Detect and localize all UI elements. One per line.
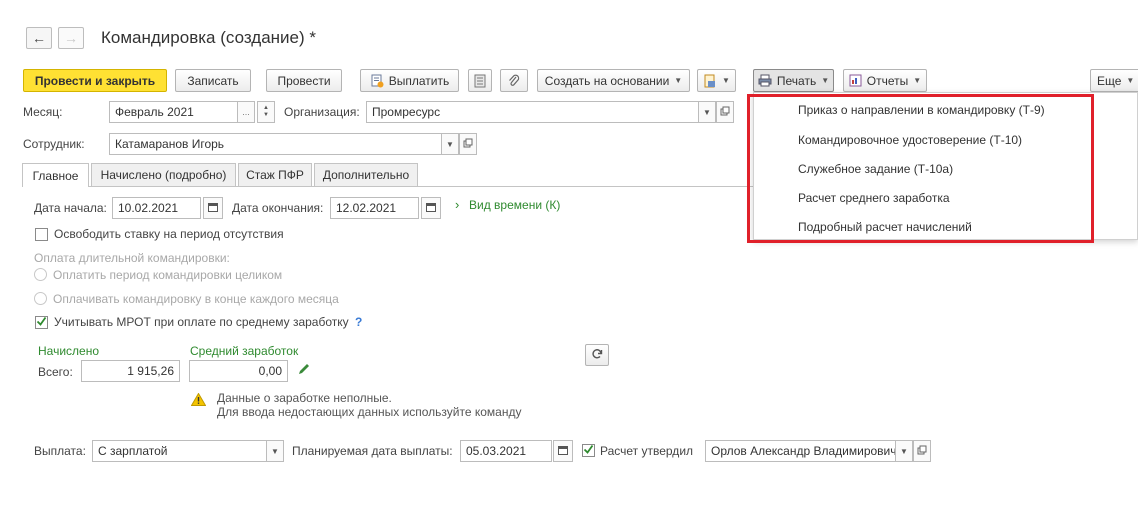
employee-open-button[interactable] bbox=[459, 133, 477, 155]
start-date-calendar-button[interactable] bbox=[203, 197, 223, 219]
tab-additional[interactable]: Дополнительно bbox=[314, 163, 418, 186]
month-field[interactable]: Февраль 2021 bbox=[109, 101, 238, 123]
time-type-link[interactable]: Вид времени (К) bbox=[469, 198, 560, 212]
free-rate-checkbox[interactable] bbox=[35, 228, 48, 241]
employee-field[interactable]: Катамаранов Игорь bbox=[109, 133, 442, 155]
total-accrued-field[interactable]: 1 915,26 bbox=[81, 360, 180, 382]
chevron-down-icon: ▼ bbox=[821, 76, 830, 85]
pay-button[interactable]: Выплатить bbox=[360, 69, 459, 92]
pay-whole-radio[interactable] bbox=[34, 268, 47, 281]
approved-by-open-button[interactable] bbox=[913, 440, 931, 462]
planned-date-field[interactable]: 05.03.2021 bbox=[460, 440, 552, 462]
end-date-calendar-button[interactable] bbox=[421, 197, 441, 219]
pay-monthly-radio[interactable] bbox=[34, 292, 47, 305]
chevron-down-icon: ▼ bbox=[1126, 76, 1135, 85]
highlight-frame bbox=[747, 94, 1094, 243]
approved-by-field[interactable]: Орлов Александр Владимирович bbox=[705, 440, 896, 462]
checkmark-icon bbox=[583, 444, 594, 458]
journal-button[interactable] bbox=[468, 69, 492, 92]
mrot-checkbox[interactable] bbox=[35, 316, 48, 329]
tab-accrued-detailed[interactable]: Начислено (подробно) bbox=[91, 163, 236, 186]
save-button[interactable]: Записать bbox=[175, 69, 251, 92]
chevron-down-icon: ▼ bbox=[900, 446, 908, 456]
calendar-icon bbox=[558, 445, 568, 457]
mrot-label: Учитывать МРОТ при оплате по среднему за… bbox=[54, 315, 349, 329]
refresh-icon bbox=[591, 348, 603, 363]
organization-field[interactable]: Промресурс bbox=[366, 101, 699, 123]
spin-up-icon: ▲ bbox=[263, 105, 269, 111]
list-document-icon bbox=[474, 74, 486, 88]
accrued-header: Начислено bbox=[38, 344, 100, 358]
attach-button[interactable] bbox=[500, 69, 528, 92]
organization-dropdown-button[interactable]: ▼ bbox=[698, 101, 716, 123]
total-label: Всего: bbox=[38, 365, 73, 379]
arrow-right-icon: → bbox=[64, 30, 78, 46]
tab-pfr-experience[interactable]: Стаж ПФР bbox=[238, 163, 312, 186]
help-icon[interactable]: ? bbox=[355, 315, 362, 329]
pay-whole-label: Оплатить период командировки целиком bbox=[53, 268, 283, 282]
calendar-icon bbox=[208, 202, 218, 214]
chevron-down-icon: ▼ bbox=[271, 446, 279, 456]
forward-button[interactable]: → bbox=[58, 27, 84, 49]
average-earnings-header: Средний заработок bbox=[190, 344, 299, 358]
report-icon bbox=[849, 74, 862, 87]
open-window-icon bbox=[720, 106, 730, 118]
ellipsis-icon: … bbox=[242, 107, 250, 117]
free-rate-label: Освободить ставку на период отсутствия bbox=[54, 227, 284, 241]
post-and-close-button[interactable]: Провести и закрыть bbox=[23, 69, 167, 92]
payment-document-icon bbox=[370, 74, 384, 88]
start-date-field[interactable]: 10.02.2021 bbox=[112, 197, 201, 219]
chevron-right-icon: › bbox=[455, 197, 460, 212]
post-button[interactable]: Провести bbox=[266, 69, 342, 92]
planned-date-calendar-button[interactable] bbox=[553, 440, 573, 462]
warning-icon bbox=[190, 392, 207, 409]
checkmark-icon bbox=[36, 316, 47, 330]
chevron-down-icon: ▼ bbox=[722, 76, 730, 85]
pay-monthly-label: Оплачивать командировку в конце каждого … bbox=[53, 292, 339, 306]
calendar-icon bbox=[426, 202, 436, 214]
pencil-icon[interactable] bbox=[297, 362, 311, 379]
organization-open-button[interactable] bbox=[716, 101, 734, 123]
open-window-icon bbox=[463, 138, 473, 150]
back-button[interactable]: ← bbox=[26, 27, 52, 49]
page-title: Командировка (создание) * bbox=[101, 28, 316, 47]
employee-dropdown-button[interactable]: ▼ bbox=[441, 133, 459, 155]
payout-label: Выплата: bbox=[34, 444, 86, 458]
start-date-label: Дата начала: bbox=[34, 201, 107, 215]
end-date-field[interactable]: 12.02.2021 bbox=[330, 197, 419, 219]
approved-by-dropdown-button[interactable]: ▼ bbox=[895, 440, 913, 462]
chevron-down-icon: ▼ bbox=[674, 76, 683, 85]
refresh-button[interactable] bbox=[585, 344, 609, 366]
chevron-down-icon: ▼ bbox=[913, 76, 922, 85]
payout-field[interactable]: С зарплатой bbox=[92, 440, 267, 462]
chevron-down-icon: ▼ bbox=[703, 107, 711, 117]
more-button[interactable]: Еще ▼ bbox=[1090, 69, 1138, 92]
average-earnings-field[interactable]: 0,00 bbox=[189, 360, 288, 382]
document-create-icon bbox=[703, 74, 717, 88]
employee-label: Сотрудник: bbox=[23, 137, 85, 151]
tab-main[interactable]: Главное bbox=[22, 163, 89, 187]
warning-line-1: Данные о заработке неполные. bbox=[217, 391, 392, 405]
end-date-label: Дата окончания: bbox=[232, 201, 324, 215]
create-document-button[interactable]: ▼ bbox=[697, 69, 736, 92]
printer-icon bbox=[758, 74, 772, 87]
month-select-button[interactable]: … bbox=[237, 101, 255, 123]
month-label: Месяц: bbox=[23, 105, 63, 119]
create-based-on-button[interactable]: Создать на основании ▼ bbox=[537, 69, 690, 92]
paperclip-icon bbox=[507, 74, 521, 88]
arrow-left-icon: ← bbox=[32, 30, 46, 46]
open-window-icon bbox=[917, 445, 927, 457]
organization-label: Организация: bbox=[284, 105, 360, 119]
approved-label: Расчет утвердил bbox=[600, 444, 694, 458]
long-pay-label: Оплата длительной командировки: bbox=[34, 251, 230, 265]
month-spin-button[interactable]: ▲ ▼ bbox=[257, 101, 275, 123]
reports-button[interactable]: Отчеты ▼ bbox=[843, 69, 927, 92]
planned-date-label: Планируемая дата выплаты: bbox=[292, 444, 453, 458]
warning-line-2: Для ввода недостающих данных используйте… bbox=[217, 405, 522, 419]
print-button[interactable]: Печать ▼ bbox=[753, 69, 834, 92]
chevron-down-icon: ▼ bbox=[446, 139, 454, 149]
payout-dropdown-button[interactable]: ▼ bbox=[266, 440, 284, 462]
approved-checkbox[interactable] bbox=[582, 444, 595, 457]
spin-down-icon: ▼ bbox=[263, 112, 269, 118]
